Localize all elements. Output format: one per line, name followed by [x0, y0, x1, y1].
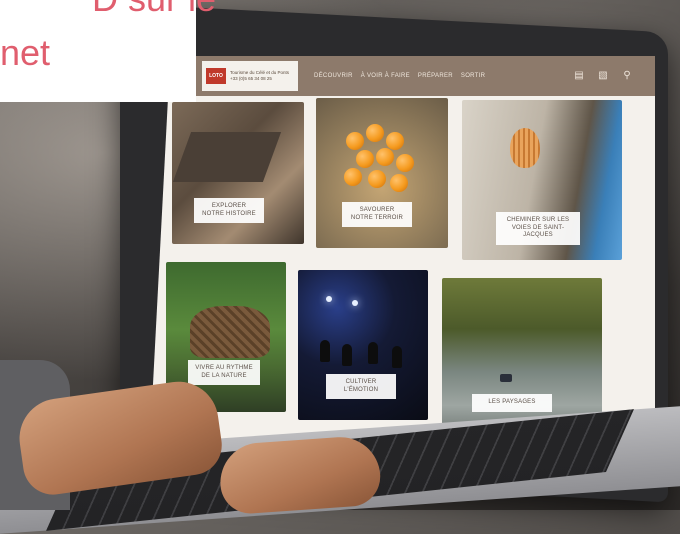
- nav-item-preparer[interactable]: PRÉPARER: [418, 73, 453, 79]
- search-icon[interactable]: ⚲: [621, 70, 633, 82]
- nav-item-decouvrir[interactable]: DÉCOUVRIR: [314, 73, 353, 79]
- musician-figure: [320, 340, 330, 362]
- fruit-image: [346, 132, 364, 150]
- logo-text: Tourisme du Célé et du Ponts +33 (0)5 65…: [230, 70, 289, 82]
- tile-saint-jacques[interactable]: CHEMINER SUR LES VOIES DE SAINT-JACQUES: [462, 100, 622, 260]
- tile-terroir[interactable]: SAVOURER NOTRE TERROIR: [316, 98, 448, 248]
- site-header: LOTO Tourisme du Célé et du Ponts +33 (0…: [150, 56, 655, 96]
- heading-line-1: D sur le: [92, 0, 216, 20]
- musician-figure: [368, 342, 378, 364]
- tile-label: LES PAYSAGES: [472, 394, 552, 412]
- nav-item-a-voir[interactable]: À VOIR À FAIRE: [361, 73, 410, 79]
- tile-emotion[interactable]: CULTIVER L'ÉMOTION: [298, 270, 428, 420]
- header-tools: ▤ ▧ ⚲: [573, 70, 633, 82]
- musician-figure: [342, 344, 352, 366]
- fruit-image: [376, 148, 394, 166]
- brochure-icon[interactable]: ▧: [597, 70, 609, 82]
- tile-label: CHEMINER SUR LES VOIES DE SAINT-JACQUES: [496, 212, 580, 245]
- fruit-image: [344, 168, 362, 186]
- fruit-image: [356, 150, 374, 168]
- logo-line-2: +33 (0)5 65 34 08 25: [230, 76, 272, 81]
- stage-light: [352, 300, 358, 306]
- shell-image: [510, 128, 540, 168]
- tile-label: EXPLORER NOTRE HISTOIRE: [194, 198, 264, 223]
- fruit-image: [368, 170, 386, 188]
- map-icon[interactable]: ▤: [573, 70, 585, 82]
- logo-mark: LOTO: [206, 68, 226, 84]
- fruit-image: [386, 132, 404, 150]
- boat-image: [500, 374, 512, 382]
- tile-histoire[interactable]: EXPLORER NOTRE HISTOIRE: [172, 102, 304, 244]
- tile-label: VIVRE AU RYTHME DE LA NATURE: [188, 360, 260, 385]
- site-logo[interactable]: LOTO Tourisme du Célé et du Ponts +33 (0…: [202, 61, 298, 91]
- laptop-screen: LOTO Tourisme du Célé et du Ponts +33 (0…: [150, 56, 655, 466]
- tile-label: SAVOURER NOTRE TERROIR: [342, 202, 412, 227]
- heading-overlay: D sur le net: [0, 0, 216, 102]
- fruit-image: [366, 124, 384, 142]
- nav-item-sortir[interactable]: SORTIR: [461, 73, 485, 79]
- heading-line-2: net: [0, 32, 51, 73]
- tile-label: CULTIVER L'ÉMOTION: [326, 374, 396, 399]
- musician-figure: [392, 346, 402, 368]
- basket-image: [190, 306, 270, 358]
- roof-image: [172, 132, 282, 182]
- stage-light: [326, 296, 332, 302]
- fruit-image: [396, 154, 414, 172]
- fruit-image: [390, 174, 408, 192]
- main-nav: DÉCOUVRIR À VOIR À FAIRE PRÉPARER SORTIR: [314, 73, 485, 79]
- right-hand: [217, 434, 383, 516]
